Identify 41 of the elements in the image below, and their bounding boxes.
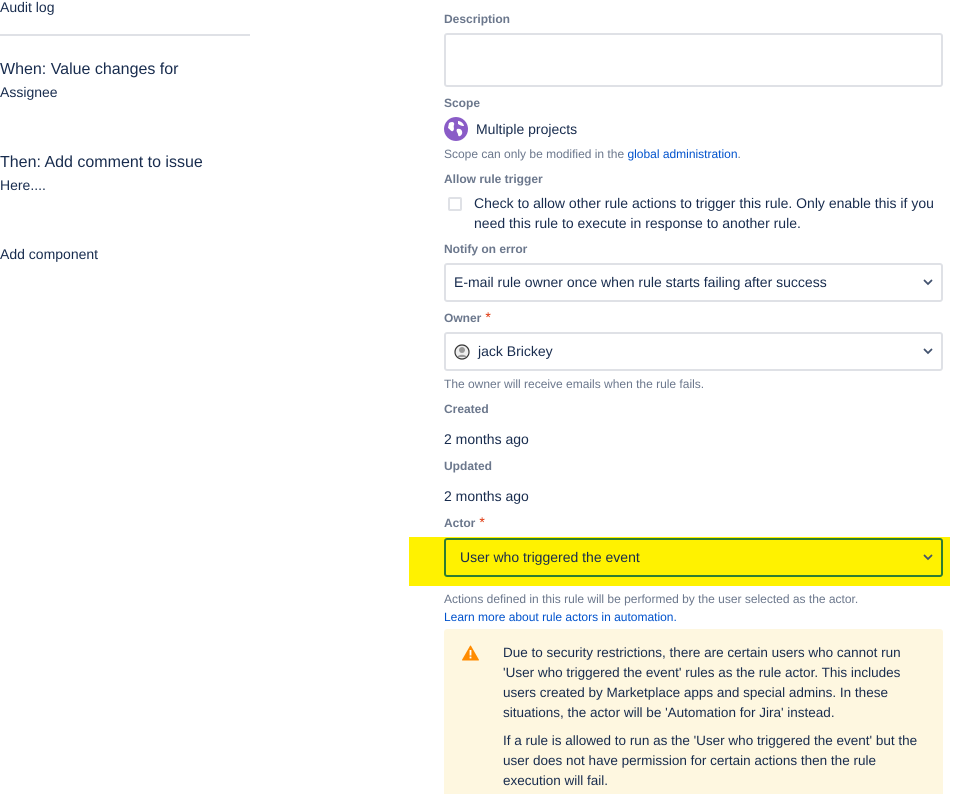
required-mark: * [485, 309, 491, 325]
help-link[interactable]: global administration [627, 147, 738, 161]
step-detail: Assignee [0, 84, 58, 100]
field-label: Notify on error [444, 242, 528, 256]
scope-value: Multiple projects [476, 120, 578, 139]
step-title[interactable]: Then: Add comment to issue [0, 154, 203, 171]
field-value: 2 months ago [444, 488, 529, 504]
checkbox[interactable] [448, 197, 462, 211]
select-value: E-mail rule owner once when rule starts failing after success [454, 273, 827, 292]
checkbox-label[interactable]: Check to allow other rule actions to trigger this rule. Only enable this if you need this rule to execute in response to another rule. [470, 193, 943, 233]
hint-text: Actions defined in this rule will be performed by the user selected as the actor. Learn more about rule actors in automation. [444, 592, 943, 626]
step-title[interactable]: When: Value changes for [0, 61, 178, 78]
chevron-down-icon [923, 279, 933, 286]
warning-icon [462, 645, 479, 661]
help-link[interactable]: Learn more about rule actors in automation. [444, 608, 943, 626]
sidebar-link[interactable]: Add component [0, 246, 98, 262]
sidebar-link[interactable]: Audit log [0, 0, 54, 15]
field-label: Scope [444, 96, 480, 110]
field-label: Allow rule trigger [444, 172, 543, 186]
select-field[interactable]: E-mail rule owner once when rule starts failing after success [444, 263, 943, 302]
hint-text: Scope can only be modified in the global administration. [444, 147, 741, 161]
required-mark: * [479, 514, 485, 530]
field-value: 2 months ago [444, 431, 529, 447]
chevron-down-icon [923, 554, 933, 561]
step-detail: Here.... [0, 177, 46, 193]
hint-text: The owner will receive emails when the rule fails. [444, 377, 704, 391]
select-field[interactable]: User who triggered the event [444, 538, 943, 577]
chevron-down-icon [923, 348, 933, 355]
field-label: Description [444, 12, 510, 26]
user-name: jack Brickey [478, 342, 553, 361]
field-label: Updated [444, 459, 492, 473]
description-field[interactable] [444, 33, 943, 87]
field-label: Created [444, 402, 489, 416]
select-value: User who triggered the event [460, 548, 640, 567]
user-select-field[interactable]: jack Brickey [444, 332, 943, 371]
field-label: Actor [444, 516, 476, 530]
warning-text: Due to security restrictions, there are certain users who cannot run 'User who triggered the event' rules as the rule actor. This includes users created by Marketplace apps and special admins. In these situations, the actor will be 'Automation for Jira' instead. [503, 644, 902, 722]
globe-icon [444, 117, 468, 141]
avatar-icon [454, 344, 470, 360]
field-label: Owner [444, 311, 482, 325]
warning-text: If a rule is allowed to run as the 'User who triggered the event' but the user does not have permission for certain actions then the rule execution will fail. [503, 732, 918, 790]
